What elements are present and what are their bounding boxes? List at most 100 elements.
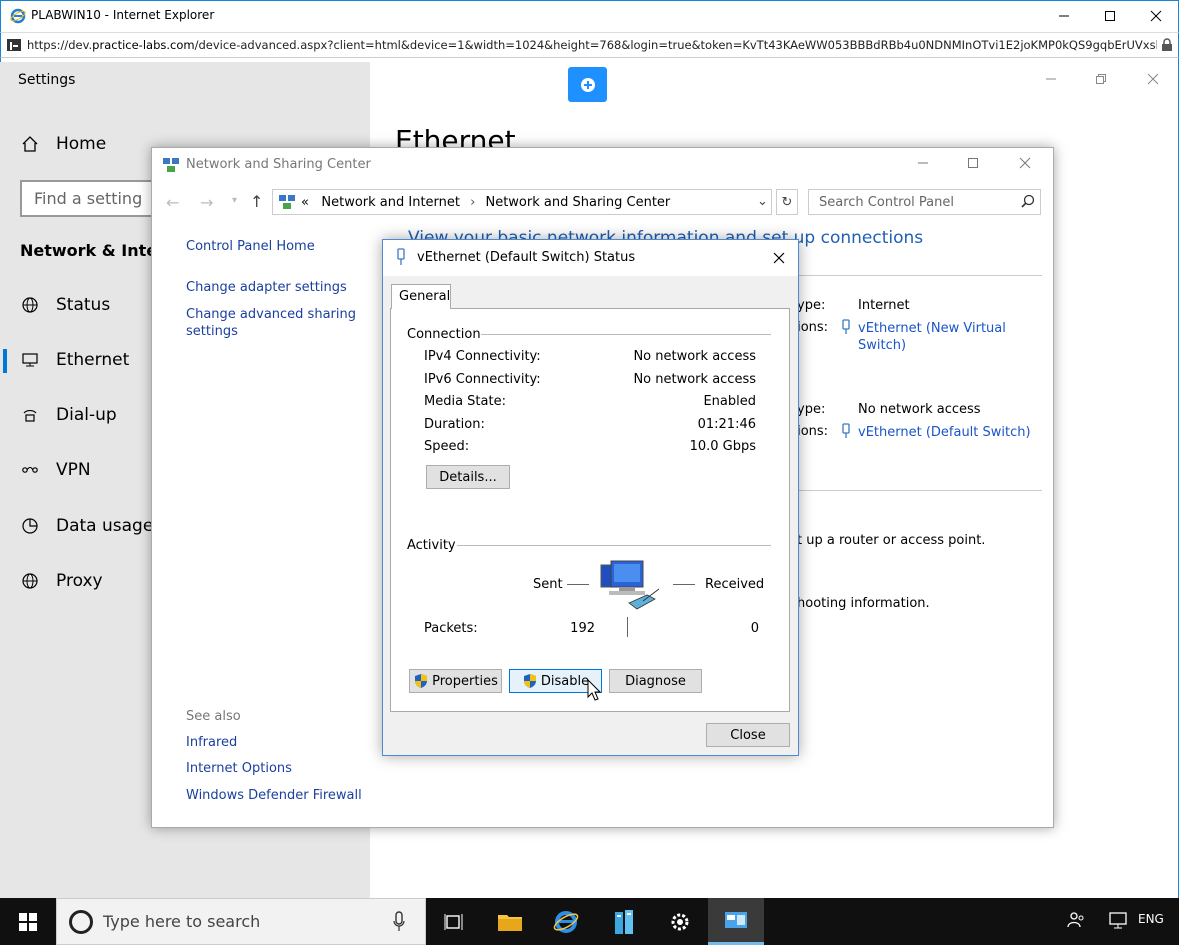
- page-icon: [7, 39, 21, 51]
- connection-link-new-virtual-switch[interactable]: vEthernet (New Virtual Switch): [858, 320, 1006, 354]
- duration-value: 01:21:46: [697, 417, 756, 432]
- minimize-icon: [1046, 78, 1056, 80]
- data-usage-icon: [22, 518, 38, 534]
- control-panel-search-input[interactable]: Search Control Panel: [808, 189, 1041, 215]
- settings-nav-label: Proxy: [56, 571, 103, 591]
- sent-line: [567, 584, 589, 585]
- server-manager-icon: [615, 909, 633, 934]
- language-indicator[interactable]: ENG: [1138, 912, 1164, 926]
- see-also-heading: See also: [186, 709, 241, 724]
- control-panel-home-link[interactable]: Control Panel Home: [186, 239, 315, 254]
- breadcrumb-overflow[interactable]: «: [301, 195, 309, 210]
- maximize-button[interactable]: [1087, 1, 1133, 31]
- home-icon: [22, 136, 38, 152]
- taskbar: Type here to search ENG: [0, 898, 1179, 945]
- received-label: Received: [705, 577, 765, 592]
- access-type-label: ype:: [797, 298, 826, 313]
- settings-minimize-button[interactable]: [1028, 64, 1074, 94]
- settings-nav-label: Data usage: [56, 516, 154, 536]
- activity-group-title: Activity: [407, 538, 456, 553]
- change-adapter-settings-link[interactable]: Change adapter settings: [186, 280, 347, 295]
- settings-home[interactable]: Home: [20, 130, 106, 158]
- file-explorer-button[interactable]: [482, 898, 538, 945]
- url-text[interactable]: https://dev.practice-labs.com/device-adv…: [27, 38, 1157, 52]
- close-button[interactable]: Close: [706, 723, 790, 747]
- minimize-icon: [1059, 15, 1069, 17]
- internet-options-link[interactable]: Internet Options: [186, 761, 292, 776]
- back-arrow-icon[interactable]: ←: [166, 193, 179, 212]
- settings-nav-ethernet[interactable]: Ethernet: [20, 346, 129, 374]
- settings-nav-data-usage[interactable]: Data usage: [20, 512, 153, 540]
- divider: [797, 490, 1042, 491]
- packets-divider: [627, 617, 628, 637]
- server-manager-button[interactable]: [596, 898, 652, 945]
- minimize-button[interactable]: [1041, 1, 1087, 31]
- refresh-button[interactable]: ↻: [776, 189, 798, 215]
- recent-dropdown-icon[interactable]: ▾: [232, 195, 237, 206]
- settings-nav-vpn[interactable]: VPN: [20, 456, 91, 484]
- tab-general[interactable]: General: [391, 284, 451, 309]
- settings-nav-dialup[interactable]: Dial-up: [20, 401, 117, 429]
- gear-icon: [671, 913, 689, 930]
- media-state-label: Media State:: [424, 394, 506, 409]
- globe-icon: [22, 297, 38, 313]
- up-arrow-icon[interactable]: ↑: [250, 192, 263, 211]
- cortana-icon: [69, 910, 93, 934]
- settings-nav-status[interactable]: Status: [20, 291, 110, 319]
- nsc-maximize-button[interactable]: [950, 148, 996, 178]
- settings-search-placeholder: Find a setting: [34, 189, 143, 208]
- nsc-minimize-button[interactable]: [900, 148, 946, 178]
- url-scheme: https://dev.: [27, 38, 93, 52]
- forward-arrow-icon[interactable]: →: [200, 193, 213, 212]
- disable-button-label: Disable: [540, 673, 590, 689]
- folder-icon: [498, 914, 522, 931]
- nsc-address-bar[interactable]: « Network and Internet › Network and Sha…: [272, 189, 772, 215]
- connection-link-line2: Switch): [858, 338, 907, 353]
- settings-close-button[interactable]: [1130, 64, 1176, 94]
- browser-titlebar: PLABWIN10 - Internet Explorer: [0, 0, 1179, 32]
- settings-nav-proxy[interactable]: Proxy: [20, 567, 103, 595]
- network-tray-icon[interactable]: [1108, 910, 1130, 930]
- settings-taskbar-button[interactable]: [652, 898, 708, 945]
- connection-link-default-switch[interactable]: vEthernet (Default Switch): [858, 424, 1031, 441]
- close-button[interactable]: [1133, 1, 1179, 31]
- people-icon[interactable]: [1066, 910, 1086, 930]
- chevron-down-icon[interactable]: ⌄: [757, 194, 768, 209]
- settings-nav-label: Dial-up: [56, 405, 117, 425]
- breadcrumb-network-internet[interactable]: Network and Internet: [321, 195, 460, 210]
- ethernet-connection-icon: [397, 248, 405, 265]
- dialog-titlebar: vEthernet (Default Switch) Status: [383, 240, 798, 276]
- refresh-icon: ↻: [781, 194, 793, 210]
- properties-button-label: Properties: [432, 673, 498, 689]
- taskbar-search-input[interactable]: Type here to search: [56, 898, 426, 945]
- control-panel-icon: [725, 912, 747, 928]
- status-dialog: vEthernet (Default Switch) Status Genera…: [382, 239, 799, 756]
- address-bar[interactable]: https://dev.practice-labs.com/device-adv…: [0, 32, 1179, 58]
- speed-label: Speed:: [424, 439, 470, 454]
- connection-link-line1: vEthernet (Default Switch): [858, 425, 1031, 440]
- change-advanced-sharing-link-line2[interactable]: settings: [186, 324, 238, 339]
- start-button[interactable]: [0, 898, 56, 945]
- globe-icon: [22, 573, 38, 589]
- diagnose-button[interactable]: Diagnose: [609, 669, 702, 693]
- dialog-close-x-button[interactable]: [767, 246, 791, 270]
- windows-defender-firewall-link[interactable]: Windows Defender Firewall: [186, 788, 362, 803]
- search-placeholder: Search Control Panel: [819, 195, 954, 210]
- network-computers-icon: [600, 560, 660, 610]
- internet-explorer-button[interactable]: [538, 898, 594, 945]
- breadcrumb-nsc[interactable]: Network and Sharing Center: [485, 195, 670, 210]
- nsc-close-button[interactable]: [1002, 148, 1048, 178]
- infrared-link[interactable]: Infrared: [186, 735, 237, 750]
- control-panel-taskbar-button[interactable]: [708, 898, 764, 945]
- settings-search-input[interactable]: Find a setting: [20, 180, 170, 217]
- settings-restore-button[interactable]: [1078, 64, 1124, 94]
- change-advanced-sharing-link[interactable]: Change advanced sharing: [186, 307, 356, 322]
- lock-icon[interactable]: [1161, 38, 1173, 52]
- details-button[interactable]: Details...: [426, 465, 510, 489]
- connection-link-line1: vEthernet (New Virtual: [858, 321, 1006, 336]
- remote-toolbar-button[interactable]: [568, 67, 607, 102]
- properties-button[interactable]: Properties: [409, 669, 502, 693]
- microphone-icon[interactable]: [393, 911, 405, 933]
- group-divider: [457, 545, 771, 546]
- task-view-button[interactable]: [426, 898, 482, 945]
